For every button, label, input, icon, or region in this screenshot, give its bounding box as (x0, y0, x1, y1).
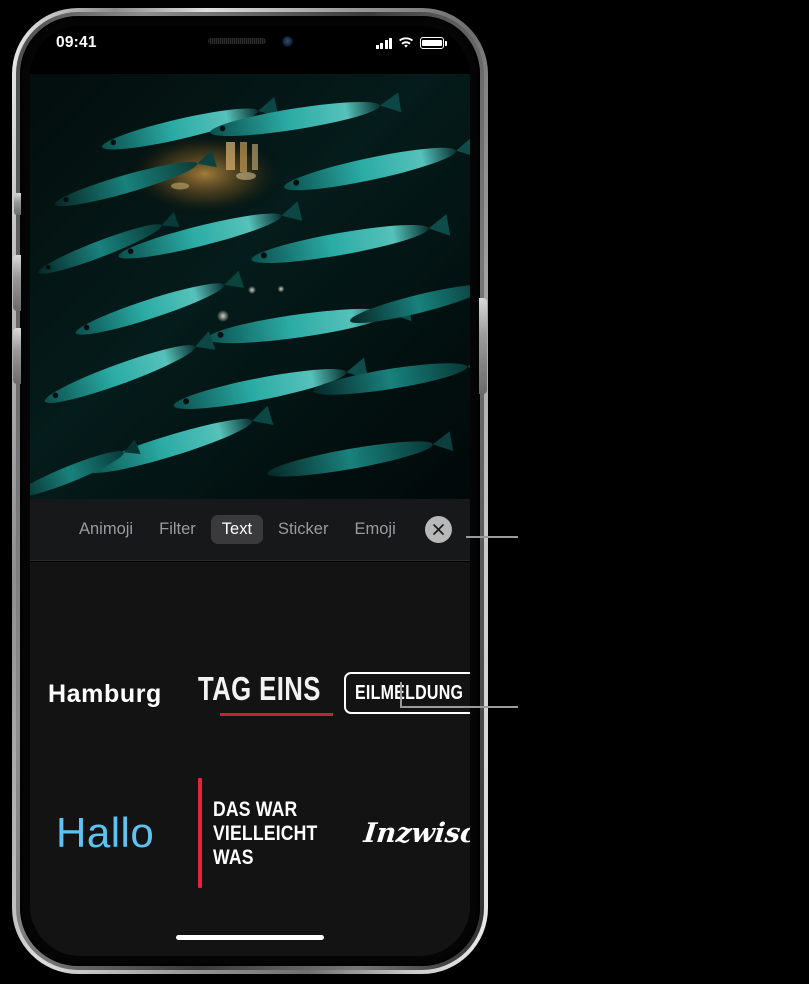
home-indicator[interactable] (176, 935, 324, 940)
tab-animoji[interactable]: Animoji (68, 515, 144, 544)
earpiece-speaker-icon (207, 38, 266, 44)
screenshot-root: 09:41 Animoji Filter Text Sticker Emoji … (0, 0, 809, 984)
text-style-inzwischen[interactable]: Inzwischen (358, 778, 470, 888)
iphone-device: 09:41 Animoji Filter Text Sticker Emoji … (12, 8, 488, 974)
text-style-das-war-accent-bar (198, 778, 202, 888)
text-style-das-war-lines: DAS WAR VIELLEICHT WAS (213, 778, 340, 888)
callout-line-eilmeldung-vertical (400, 682, 402, 708)
text-style-row-2: Hallo DAS WAR VIELLEICHT WAS Inzwischen (30, 778, 470, 888)
status-bar-time: 09:41 (56, 34, 97, 51)
text-style-hallo[interactable]: Hallo (56, 778, 154, 888)
text-style-tag-eins[interactable]: TAG EINS (198, 658, 355, 730)
underwater-fish-photo (30, 74, 470, 499)
close-button[interactable] (425, 516, 452, 543)
battery-full-icon (420, 37, 447, 49)
close-x-icon (433, 524, 444, 535)
text-style-tag-eins-label: TAG EINS (198, 670, 321, 708)
text-style-row-1: Hamburg TAG EINS EILMELDUNG (30, 658, 470, 730)
tab-emoji[interactable]: Emoji (343, 515, 406, 544)
text-style-das-war-line-1: DAS WAR (213, 796, 298, 821)
mute-switch[interactable] (14, 193, 21, 215)
phone-screen: 09:41 Animoji Filter Text Sticker Emoji … (30, 26, 470, 956)
text-style-eilmeldung-label: EILMELDUNG (355, 682, 464, 704)
tab-list: Animoji Filter Text Sticker Emoji (42, 515, 425, 544)
callout-line-close-button (466, 536, 518, 538)
tab-filter[interactable]: Filter (148, 515, 207, 544)
volume-down-button[interactable] (13, 328, 21, 384)
text-style-das-war-line-2: VIELLEICHT (213, 820, 318, 845)
status-bar-indicators (375, 37, 447, 49)
tab-text[interactable]: Text (210, 515, 264, 544)
front-camera-icon (281, 35, 293, 47)
callout-line-eilmeldung-horizontal (400, 706, 518, 708)
text-style-das-war-line-3: WAS (213, 845, 254, 870)
text-style-hamburg[interactable]: Hamburg (48, 658, 162, 730)
effects-tab-bar: Animoji Filter Text Sticker Emoji (30, 499, 470, 561)
text-style-picker: Hamburg TAG EINS EILMELDUNG Hallo DAS WA… (30, 562, 470, 956)
text-style-tag-eins-underline (220, 713, 334, 716)
notch (166, 26, 334, 56)
tab-sticker[interactable]: Sticker (267, 515, 339, 544)
wifi-icon (399, 37, 413, 48)
camera-photo-preview[interactable] (30, 74, 470, 499)
text-style-das-war-vielleicht-was[interactable]: DAS WAR VIELLEICHT WAS (198, 778, 340, 888)
side-power-button[interactable] (479, 298, 487, 394)
signal-bars-icon (375, 37, 392, 49)
volume-up-button[interactable] (13, 255, 21, 311)
